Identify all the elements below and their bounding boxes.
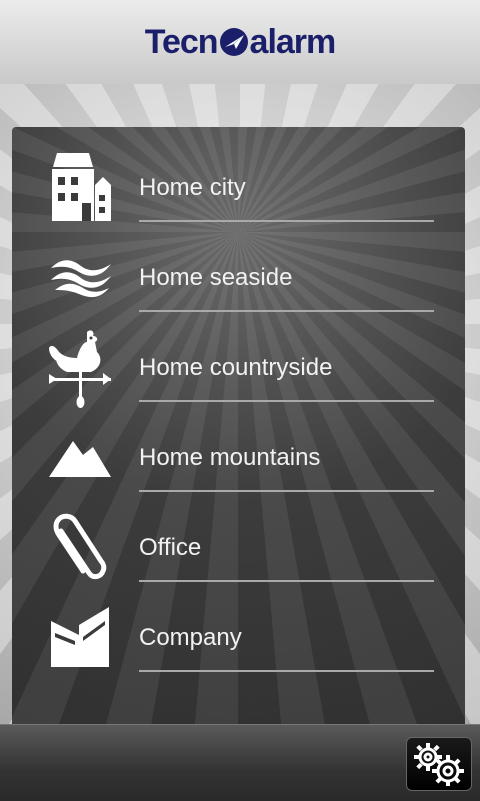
logo-text-right: alarm bbox=[249, 22, 337, 61]
building-icon bbox=[46, 153, 116, 223]
rooster-weathervane-icon bbox=[46, 330, 116, 408]
list-item-home-city[interactable]: Home city bbox=[12, 127, 465, 222]
divider bbox=[139, 670, 434, 672]
list-item-label: Home countryside bbox=[139, 354, 333, 381]
logo: Tecn alarm bbox=[144, 22, 337, 62]
list-item-label: Home city bbox=[139, 174, 246, 201]
paperclip-icon bbox=[46, 513, 116, 583]
mountains-icon bbox=[46, 423, 116, 493]
app-header: Tecn alarm bbox=[0, 0, 480, 85]
list-item-label: Office bbox=[139, 534, 202, 561]
list-item-label: Home mountains bbox=[139, 444, 321, 471]
list-item-home-seaside[interactable]: Home seaside bbox=[12, 217, 465, 312]
factory-icon bbox=[46, 603, 116, 673]
settings-button[interactable] bbox=[406, 737, 472, 791]
list-item-label: Home seaside bbox=[139, 264, 293, 291]
waves-icon bbox=[46, 243, 116, 313]
gears-icon bbox=[414, 743, 464, 786]
list-item-home-countryside[interactable]: Home countryside bbox=[12, 307, 465, 408]
logo-circle-icon bbox=[219, 28, 248, 56]
list-item-company[interactable]: Company bbox=[12, 577, 465, 672]
list-item-office[interactable]: Office bbox=[12, 487, 465, 582]
logo-text-left: Tecn bbox=[144, 22, 219, 61]
site-list-panel: Home city Home seaside Home countryside … bbox=[12, 127, 465, 727]
list-item-home-mountains[interactable]: Home mountains bbox=[12, 397, 465, 492]
list-item-label: Company bbox=[139, 624, 242, 651]
